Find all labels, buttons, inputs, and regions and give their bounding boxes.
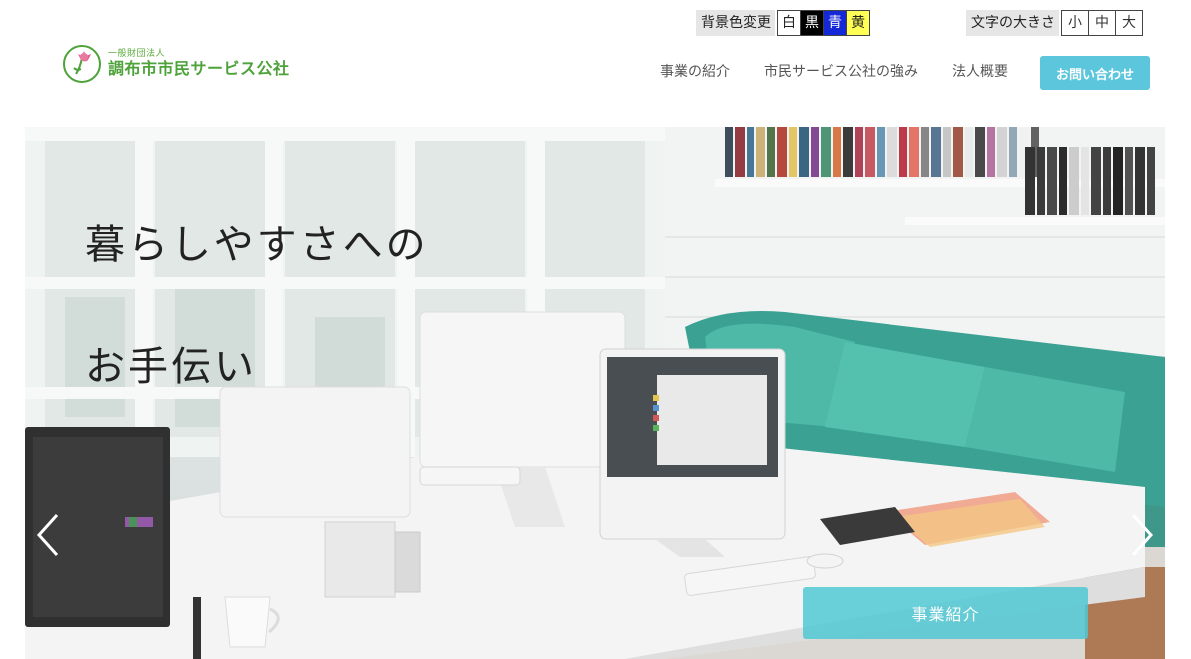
text-size-small-button[interactable]: 小	[1061, 10, 1089, 36]
carnation-logo-icon	[63, 45, 101, 83]
background-color-switcher: 背景色変更 白 黒 青 黄	[696, 10, 870, 36]
bg-blue-button[interactable]: 青	[823, 10, 847, 36]
text-size-large-button[interactable]: 大	[1115, 10, 1143, 36]
hero-title-line-2: お手伝い	[85, 344, 257, 390]
site-logo[interactable]: 一般財団法人 調布市市民サービス公社	[62, 44, 290, 84]
slider-next-arrow-icon[interactable]	[1127, 511, 1157, 559]
bg-black-button[interactable]: 黒	[800, 10, 824, 36]
bg-white-button[interactable]: 白	[777, 10, 801, 36]
nav-item-business[interactable]: 事業の紹介	[660, 62, 730, 82]
contact-button[interactable]: お問い合わせ	[1040, 56, 1150, 90]
main-nav: 事業の紹介 市民サービス公社の強み 法人概要	[660, 62, 1042, 82]
logo-name: 調布市市民サービス公社	[108, 59, 290, 78]
background-color-label: 背景色変更	[696, 10, 775, 36]
hero-slider: 暮らしやすさへの お手伝い 事業紹介	[25, 127, 1165, 659]
bg-yellow-button[interactable]: 黄	[846, 10, 870, 36]
text-size-label: 文字の大きさ	[966, 10, 1059, 36]
nav-item-strengths[interactable]: 市民サービス公社の強み	[764, 62, 918, 82]
hero-title-line-1: 暮らしやすさへの	[85, 222, 429, 268]
logo-subtitle: 一般財団法人	[108, 49, 166, 59]
hero-office-image	[25, 127, 1165, 659]
text-size-medium-button[interactable]: 中	[1088, 10, 1116, 36]
slider-prev-arrow-icon[interactable]	[33, 511, 63, 559]
text-size-switcher: 文字の大きさ 小 中 大	[966, 10, 1143, 36]
nav-item-overview[interactable]: 法人概要	[952, 62, 1008, 82]
business-intro-button[interactable]: 事業紹介	[803, 587, 1088, 639]
